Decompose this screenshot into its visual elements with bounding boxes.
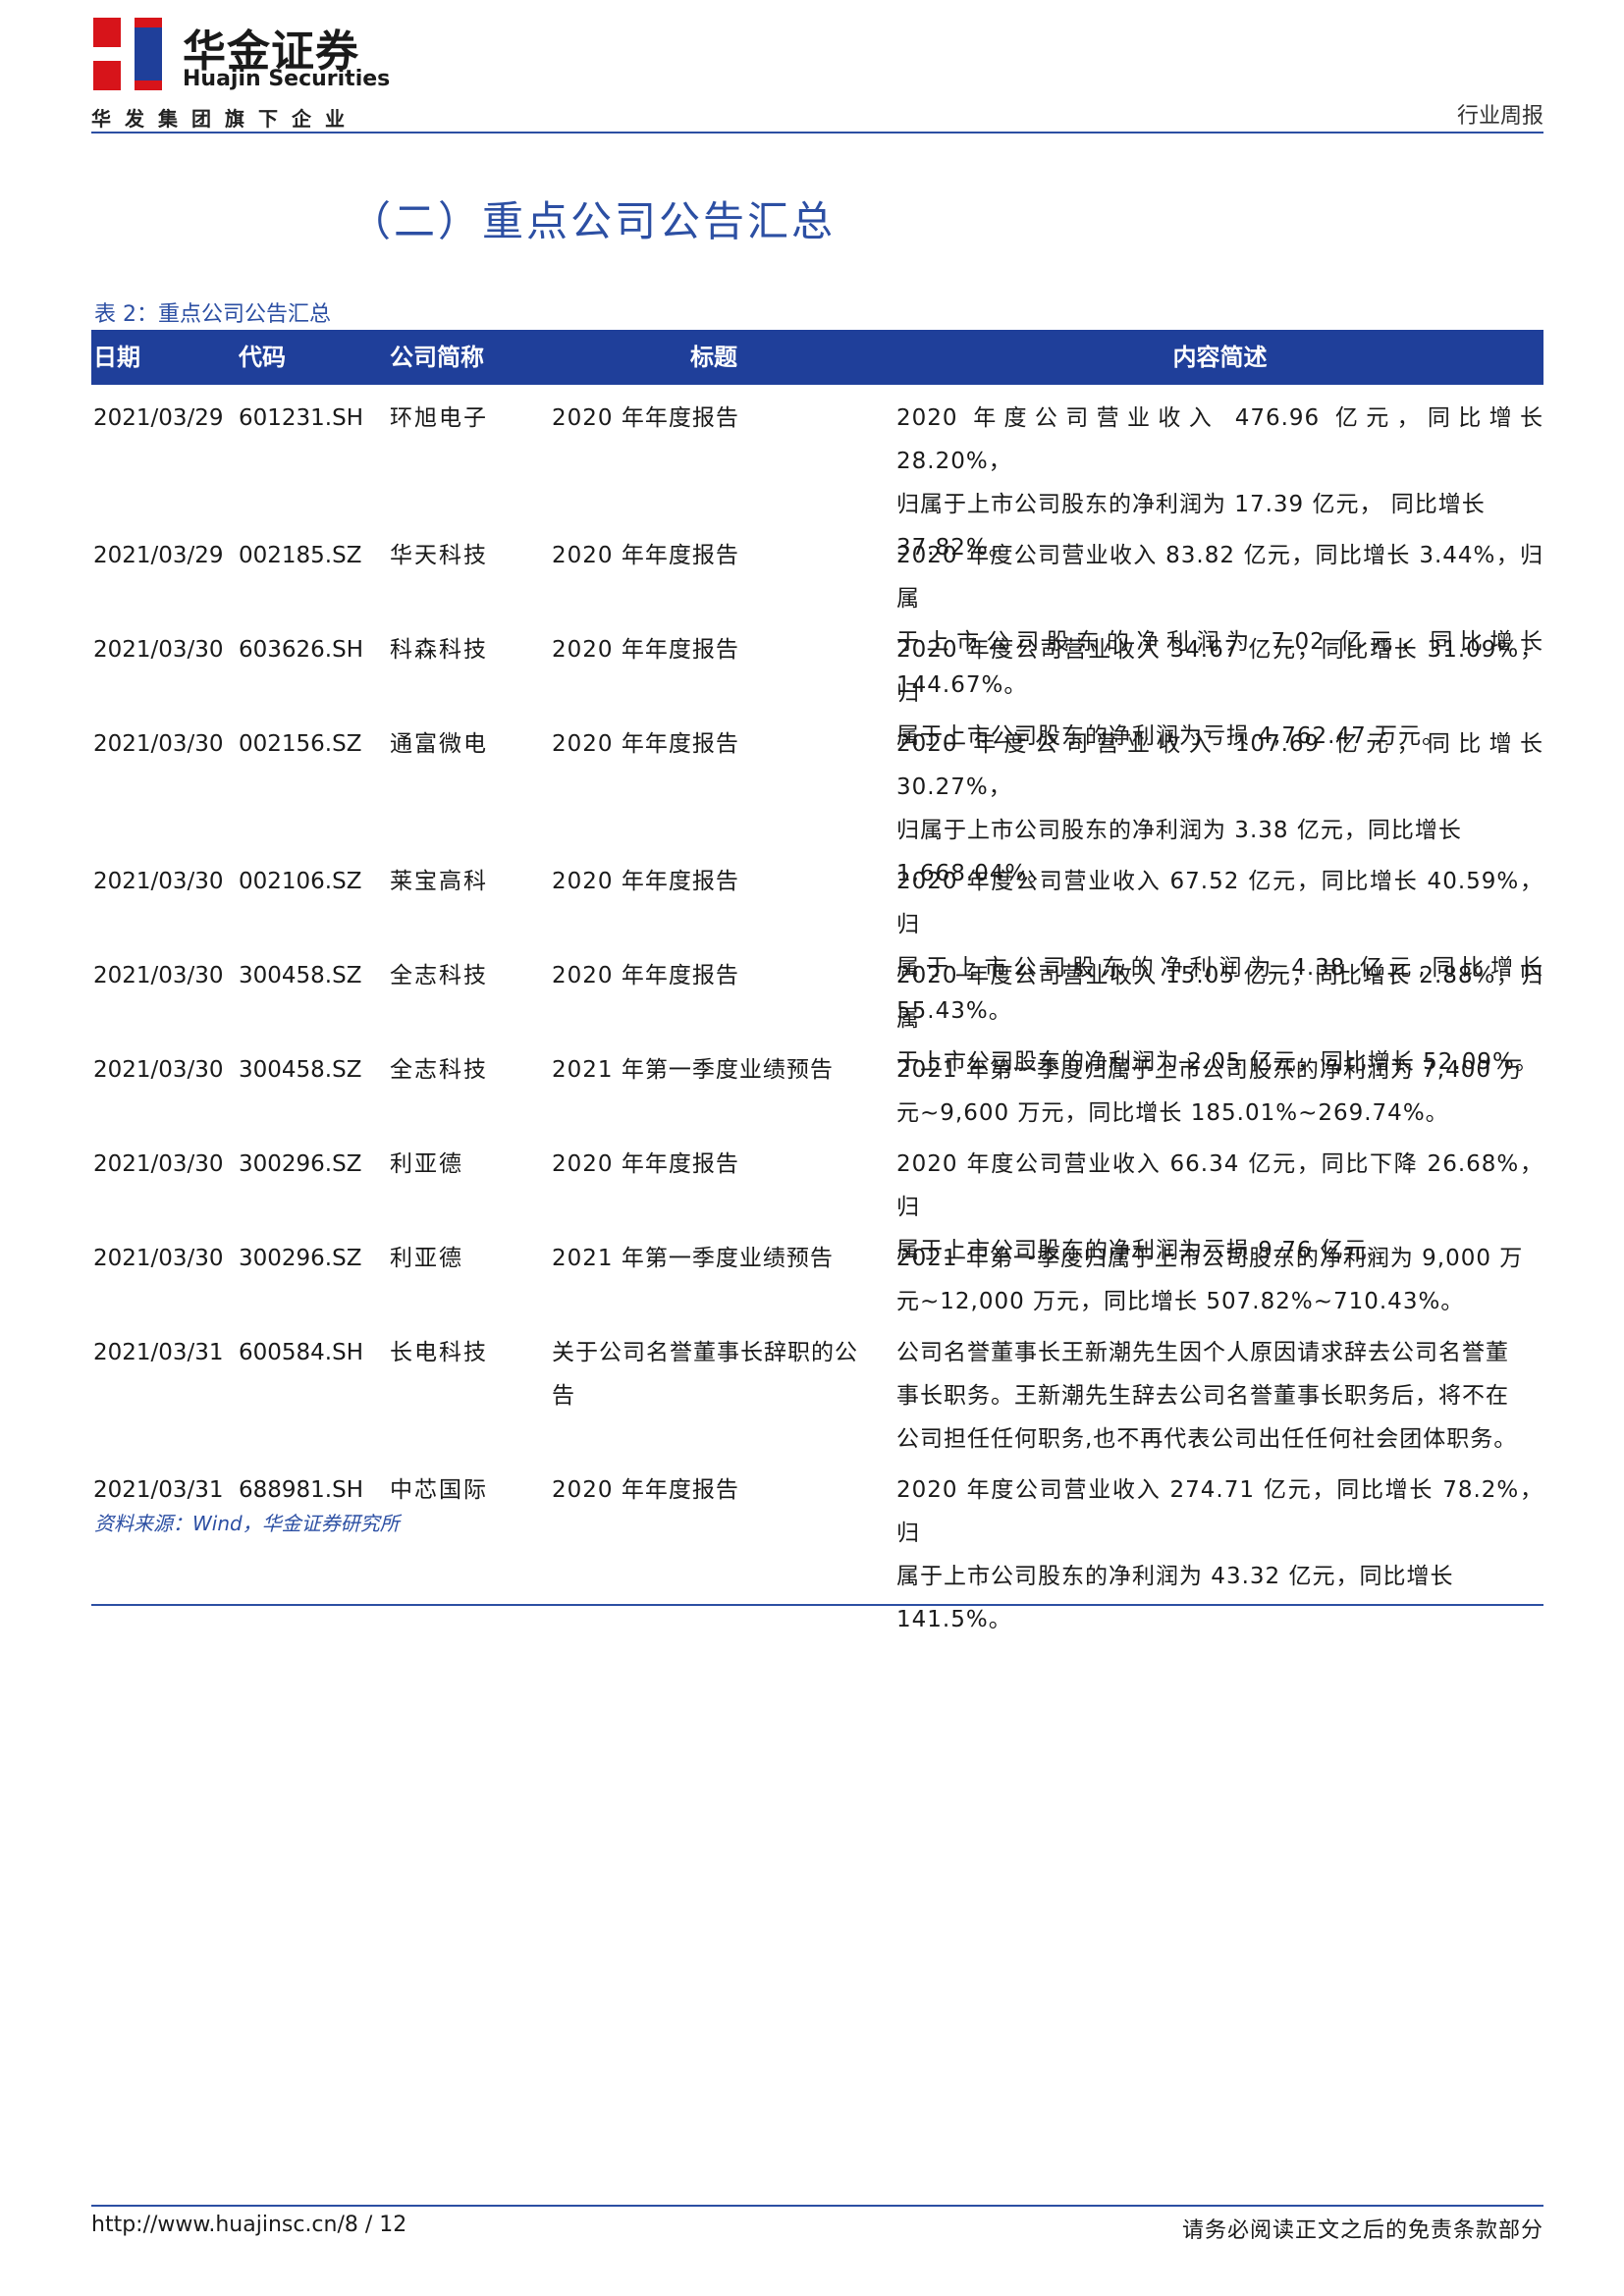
- cell-company: 全志科技: [390, 1057, 488, 1083]
- cell-code: 002156.SZ: [239, 731, 362, 757]
- cell-date: 2021/03/29: [93, 543, 224, 568]
- table-header: 日期 代码 公司简称 标题 内容简述: [91, 330, 1543, 385]
- summary-line: 2020 年度公司营业收入 34.67 亿元，同比增长 31.09%，归: [896, 637, 1543, 706]
- cell-code: 300458.SZ: [239, 963, 362, 988]
- cell-date: 2021/03/30: [93, 869, 224, 894]
- section-title: （二）重点公司公告汇总: [350, 197, 837, 245]
- table-row: 2021/03/30 300458.SZ 全志科技 2020 年年度报告 2020 年度…: [91, 950, 1543, 1075]
- cell-company: 华天科技: [390, 543, 488, 568]
- column-header-date: 日期: [93, 344, 140, 371]
- cell-date: 2021/03/30: [93, 1057, 224, 1083]
- table-caption: 表 2：重点公司公告汇总: [94, 302, 331, 327]
- cell-code: 603626.SH: [239, 637, 364, 663]
- cell-title: 2020 年年度报告: [552, 1477, 739, 1503]
- cell-code: 002106.SZ: [239, 869, 362, 894]
- summary-line: 2020 年度公司营业收入 66.34 亿元，同比下降 26.68%，归: [896, 1151, 1543, 1220]
- brand-name-en: Huajin Securities: [183, 67, 391, 91]
- cell-code: 002185.SZ: [239, 543, 362, 568]
- cell-title: 2020 年年度报告: [552, 1151, 739, 1177]
- summary-line: 公司担任任何职务,也不再代表公司出任任何社会团体职务。: [896, 1426, 1518, 1452]
- summary-line: 2020 年度公司营业收入 67.52 亿元，同比增长 40.59%，归: [896, 869, 1543, 937]
- table-row: 2021/03/30 002106.SZ 莱宝高科 2020 年年度报告 2020 年度…: [91, 856, 1543, 1024]
- cell-code: 300296.SZ: [239, 1151, 362, 1177]
- brand-subtitle: 华发集团旗下企业: [91, 107, 358, 131]
- cell-summary: 2021 年第一季度归属于上市公司股东的净利润为 7,400 万元~9,600 …: [896, 1048, 1543, 1135]
- summary-line: 公司名誉董事长王新潮先生因个人原因请求辞去公司名誉董: [896, 1340, 1509, 1365]
- cell-code: 300296.SZ: [239, 1246, 362, 1271]
- summary-line: 2020 年度公司营业收入 107.69 亿元，同比增长 30.27%，: [896, 731, 1543, 800]
- footer-divider: [91, 2205, 1543, 2207]
- summary-line: 元~12,000 万元，同比增长 507.82%~710.43%。: [896, 1289, 1465, 1314]
- table-row: 2021/03/30 002156.SZ 通富微电 2020 年年度报告 2020 年度…: [91, 719, 1543, 886]
- cell-date: 2021/03/30: [93, 731, 224, 757]
- table-row: 2021/03/31 600584.SH 长电科技 关于公司名誉董事长辞职的公告 公司名…: [91, 1327, 1543, 1465]
- cell-company: 全志科技: [390, 963, 488, 988]
- cell-company: 长电科技: [390, 1340, 488, 1365]
- cell-company: 科森科技: [390, 637, 488, 663]
- cell-date: 2021/03/30: [93, 963, 224, 988]
- summary-line: 属于上市公司股东的净利润为 43.32 亿元，同比增长: [896, 1564, 1454, 1589]
- table-row: 2021/03/29 002185.SZ 华天科技 2020 年年度报告 2020 年度…: [91, 530, 1543, 698]
- cell-company: 利亚德: [390, 1151, 463, 1177]
- cell-date: 2021/03/31: [93, 1340, 224, 1365]
- table-row: 2021/03/30 300296.SZ 利亚德 2021 年第一季度业绩预告 2021…: [91, 1233, 1543, 1327]
- summary-line: 2020 年度公司营业收入 274.71 亿元，同比增长 78.2%，归: [896, 1477, 1543, 1546]
- summary-line: 归属于上市公司股东的净利润为 17.39 亿元， 同比增长: [896, 492, 1486, 517]
- table-row: 2021/03/29 601231.SH 环旭电子 2020 年年度报告 2020 年度…: [91, 393, 1543, 561]
- cell-company: 中芯国际: [390, 1477, 488, 1503]
- source-note: 资料来源：Wind，华金证券研究所: [94, 1512, 400, 1535]
- cell-code: 688981.SH: [239, 1477, 364, 1503]
- column-header-summary: 内容简述: [1172, 344, 1268, 371]
- cell-date: 2021/03/30: [93, 1246, 224, 1271]
- document-type: 行业周报: [1456, 104, 1543, 129]
- cell-code: 600584.SH: [239, 1340, 364, 1365]
- table-row: 2021/03/30 300296.SZ 利亚德 2020 年年度报告 2020 年度公…: [91, 1139, 1543, 1263]
- cell-title: 关于公司名誉董事长辞职的公告: [552, 1340, 858, 1409]
- column-header-title: 标题: [690, 344, 737, 371]
- cell-title: 2020 年年度报告: [552, 963, 739, 988]
- summary-line: 事长职务。王新潮先生辞去公司名誉董事长职务后，将不在: [896, 1383, 1509, 1409]
- summary-line: 归属于上市公司股东的净利润为 3.38 亿元，同比增长: [896, 818, 1462, 843]
- cell-title: 2021 年第一季度业绩预告: [552, 1057, 834, 1083]
- column-header-code: 代码: [239, 344, 286, 371]
- summary-line: 2020 年度公司营业收入 15.05 亿元，同比增长 2.88%，归属: [896, 963, 1543, 1032]
- cell-date: 2021/03/30: [93, 637, 224, 663]
- cell-code: 601231.SH: [239, 405, 364, 431]
- summary-line: 元~9,600 万元，同比增长 185.01%~269.74%。: [896, 1100, 1449, 1126]
- announcement-table: 日期 代码 公司简称 标题 内容简述 2021/03/29 601231.SH 环旭…: [91, 330, 1543, 1632]
- cell-title: 2020 年年度报告: [552, 869, 739, 894]
- cell-title: 2021 年第一季度业绩预告: [552, 1246, 834, 1271]
- cell-summary: 2021 年第一季度归属于上市公司股东的净利润为 9,000 万元~12,000…: [896, 1237, 1543, 1323]
- footer-disclaimer: 请务必阅读正文之后的免责条款部分: [1181, 2218, 1543, 2243]
- table-row: 2021/03/30 300458.SZ 全志科技 2021 年第一季度业绩预告 202…: [91, 1044, 1543, 1139]
- summary-line: 141.5%。: [896, 1607, 1012, 1632]
- cell-company: 通富微电: [390, 731, 488, 757]
- cell-title: 2020 年年度报告: [552, 405, 739, 431]
- footer-url-page-number[interactable]: http://www.huajinsc.cn/8 / 12: [91, 2213, 406, 2237]
- summary-line: 2020 年度公司营业收入 476.96 亿元，同比增长 28.20%，: [896, 405, 1543, 474]
- summary-line: 2021 年第一季度归属于上市公司股东的净利润为 9,000 万: [896, 1246, 1524, 1271]
- column-header-company: 公司简称: [390, 344, 484, 371]
- summary-line: 2020 年度公司营业收入 83.82 亿元，同比增长 3.44%，归属: [896, 543, 1543, 612]
- cell-summary: 公司名誉董事长王新潮先生因个人原因请求辞去公司名誉董 事长职务。王新潮先生辞去公司…: [896, 1331, 1543, 1461]
- table-body: 2021/03/29 601231.SH 环旭电子 2020 年年度报告 2020 年度…: [91, 385, 1543, 1632]
- cell-date: 2021/03/31: [93, 1477, 224, 1503]
- cell-date: 2021/03/29: [93, 405, 224, 431]
- summary-line: 2021 年第一季度归属于上市公司股东的净利润为 7,400 万: [896, 1057, 1524, 1083]
- cell-title: 2020 年年度报告: [552, 637, 739, 663]
- cell-title: 2020 年年度报告: [552, 731, 739, 757]
- huajin-logo-icon: [93, 18, 162, 90]
- cell-company: 利亚德: [390, 1246, 463, 1271]
- cell-summary: 2020 年度公司营业收入 274.71 亿元，同比增长 78.2%，归属于上市…: [896, 1468, 1543, 1641]
- table-row: 2021/03/30 603626.SH 科森科技 2020 年年度报告 2020 年度…: [91, 624, 1543, 749]
- cell-company: 莱宝高科: [390, 869, 488, 894]
- cell-company: 环旭电子: [390, 405, 488, 431]
- cell-date: 2021/03/30: [93, 1151, 224, 1177]
- cell-title: 2020 年年度报告: [552, 543, 739, 568]
- header-divider: [91, 132, 1543, 133]
- cell-code: 300458.SZ: [239, 1057, 362, 1083]
